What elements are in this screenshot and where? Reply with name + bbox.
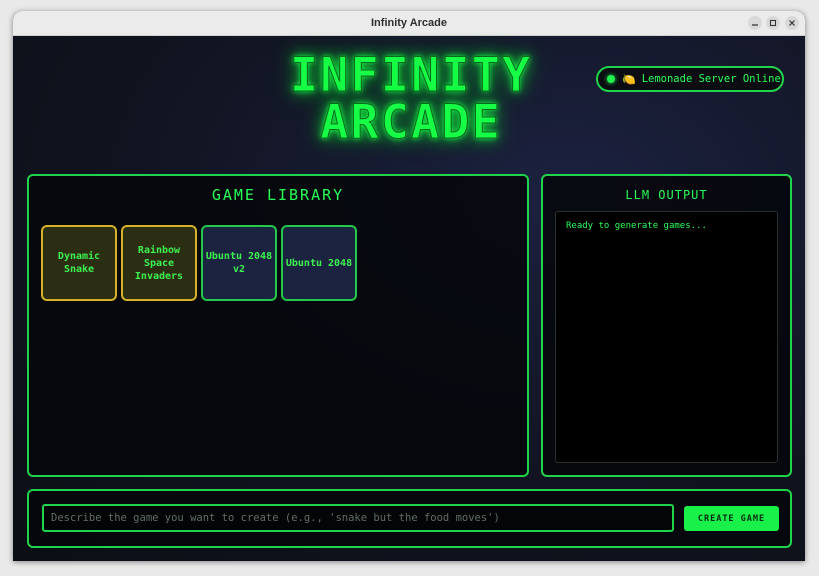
game-library-title: GAME LIBRARY: [211, 186, 345, 204]
arcade-logo: INFINITY ARCADE: [266, 48, 556, 150]
game-tile-dynamic-snake[interactable]: Dynamic Snake: [41, 225, 117, 301]
status-dot-icon: [607, 75, 615, 83]
logo-line-2: ARCADE: [320, 95, 502, 150]
game-tile-ubuntu-2048-v2[interactable]: Ubuntu 2048 v2: [201, 225, 277, 301]
llm-output-panel: LLM OUTPUT Ready to generate games...: [541, 174, 792, 477]
lemon-icon: 🍋: [622, 72, 636, 86]
game-tile-rainbow-space-invaders[interactable]: Rainbow Space Invaders: [121, 225, 197, 301]
title-bar[interactable]: Infinity Arcade: [13, 11, 805, 36]
llm-output-console[interactable]: Ready to generate games...: [555, 211, 778, 463]
game-tile-ubuntu-2048[interactable]: Ubuntu 2048: [281, 225, 357, 301]
minimize-icon[interactable]: [748, 16, 762, 30]
llm-output-text: Ready to generate games...: [566, 221, 707, 231]
server-status-badge: 🍋 Lemonade Server Online: [596, 66, 784, 92]
prompt-bar: CREATE GAME: [27, 489, 792, 548]
logo-line-1: INFINITY: [289, 48, 533, 103]
game-tile-label: Ubuntu 2048: [285, 257, 353, 269]
game-tile-label: Rainbow Space Invaders: [134, 244, 184, 282]
app-window: Infinity Arcade INFINITY ARCADE 🍋 Lemona…: [13, 11, 805, 561]
game-tile-label: Dynamic Snake: [57, 251, 101, 275]
game-tile-label: Ubuntu 2048 v2: [205, 251, 273, 275]
llm-output-title: LLM OUTPUT: [625, 188, 708, 202]
close-icon[interactable]: [785, 16, 799, 30]
game-description-input[interactable]: [42, 504, 674, 532]
window-title: Infinity Arcade: [371, 17, 447, 29]
maximize-icon[interactable]: [766, 16, 780, 30]
game-library-panel: GAME LIBRARY Dynamic Snake Rainbow Space…: [27, 174, 529, 477]
app-content: INFINITY ARCADE 🍋 Lemonade Server Online…: [13, 36, 805, 561]
status-text: Lemonade Server Online: [641, 73, 781, 85]
create-game-button[interactable]: CREATE GAME: [684, 506, 779, 531]
